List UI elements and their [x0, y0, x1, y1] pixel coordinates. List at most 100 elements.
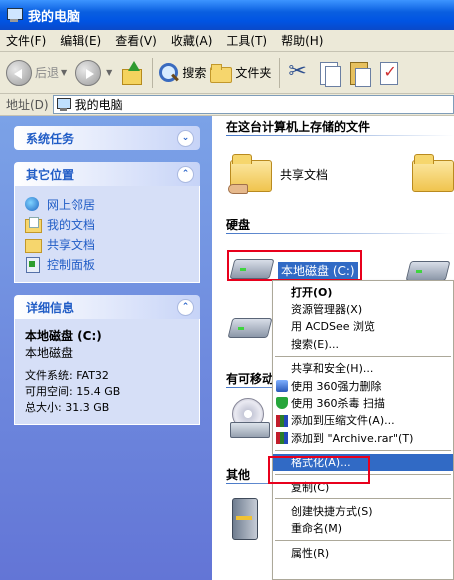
details-header[interactable]: 详细信息 ⌃: [14, 295, 200, 319]
other-places-header[interactable]: 其它位置 ⌃: [14, 162, 200, 186]
up-folder-icon: [120, 60, 144, 85]
shared-folder-icon: [25, 237, 42, 253]
paste-icon[interactable]: [346, 59, 372, 87]
details-item-name: 本地磁盘 (C:): [25, 329, 102, 343]
link-label: 共享文档: [47, 237, 96, 252]
link-label: 网上邻居: [47, 197, 96, 212]
expand-chevron-icon[interactable]: ⌄: [177, 129, 194, 147]
details-title: 详细信息: [26, 300, 75, 315]
menu-separator: [275, 498, 451, 500]
group-header-hard-disks: 硬盘: [226, 216, 454, 234]
menu-file[interactable]: 文件(F): [6, 32, 46, 49]
control-panel-icon: [25, 256, 41, 273]
menu-favorites[interactable]: 收藏(A): [171, 32, 213, 49]
menu-view[interactable]: 查看(V): [115, 32, 157, 49]
other-device-icon[interactable]: [226, 498, 260, 540]
ctx-rename[interactable]: 重命名(M): [273, 520, 453, 537]
back-button[interactable]: 后退 ▼: [6, 56, 71, 90]
window-title: 我的电脑: [28, 9, 81, 25]
folder-icon: [210, 63, 233, 83]
details-item-type: 本地磁盘: [25, 346, 74, 360]
address-label: 地址(D): [6, 98, 49, 112]
360-antivirus-icon: [276, 397, 288, 410]
ctx-360-scan[interactable]: 使用 360杀毒 扫描: [273, 394, 453, 411]
properties-check-icon[interactable]: [376, 59, 402, 87]
toolbar: 后退 ▼ ▼ 搜索 文件夹: [0, 52, 454, 94]
link-shared-documents[interactable]: 共享文档: [25, 234, 189, 254]
menu-tools[interactable]: 工具(T): [226, 32, 267, 49]
360-delete-icon: [276, 379, 288, 392]
link-control-panel[interactable]: 控制面板: [25, 254, 189, 274]
item-shared-documents[interactable]: 共享文档: [280, 166, 328, 183]
menu-help[interactable]: 帮助(H): [281, 32, 323, 49]
collapse-chevron-icon[interactable]: ⌃: [177, 165, 194, 183]
details-free-space: 可用空间: 15.4 GB: [25, 385, 121, 398]
search-label: 搜索: [182, 66, 207, 80]
annotation-highlight-box: [227, 250, 362, 281]
cut-icon[interactable]: [286, 59, 312, 87]
annotation-highlight-box: [268, 456, 370, 484]
user-folder-icon[interactable]: [412, 154, 454, 192]
ctx-label: 添加到压缩文件(A)...: [291, 414, 395, 428]
collapse-chevron-icon[interactable]: ⌃: [177, 298, 194, 316]
computer-icon: [56, 98, 71, 111]
menu-edit[interactable]: 编辑(E): [60, 32, 101, 49]
local-disk-icon[interactable]: [230, 314, 270, 338]
link-network-places[interactable]: 网上邻居: [25, 194, 189, 214]
link-my-documents[interactable]: 我的文档: [25, 214, 189, 234]
link-label: 控制面板: [47, 257, 96, 272]
ctx-properties[interactable]: 属性(R): [273, 544, 453, 561]
ctx-open[interactable]: 打开(O): [273, 283, 453, 300]
folders-label: 文件夹: [235, 66, 272, 80]
folders-button[interactable]: 文件夹: [210, 56, 271, 90]
details-body: 本地磁盘 (C:) 本地磁盘 文件系统: FAT32 可用空间: 15.4 GB…: [14, 319, 200, 425]
ctx-search[interactable]: 搜索(E)...: [273, 335, 453, 352]
forward-dropdown-icon[interactable]: ▼: [106, 68, 112, 77]
back-arrow-icon: [6, 59, 32, 86]
cd-drive-icon[interactable]: [230, 398, 270, 438]
system-tasks-panel: 系统任务 ⌄: [14, 126, 200, 150]
address-field[interactable]: 我的电脑: [52, 95, 454, 114]
local-disk-icon[interactable]: [408, 257, 448, 281]
ctx-add-to-archive[interactable]: 添加到压缩文件(A)...: [273, 412, 453, 429]
forward-button[interactable]: ▼: [75, 56, 116, 90]
ctx-sharing-security[interactable]: 共享和安全(H)...: [273, 360, 453, 377]
address-value: 我的电脑: [74, 98, 123, 112]
winrar-icon: [276, 432, 288, 445]
search-icon: [157, 62, 179, 84]
search-button[interactable]: 搜索: [157, 56, 206, 90]
ctx-acdsee-browse[interactable]: 用 ACDSee 浏览: [273, 318, 453, 335]
system-tasks-title: 系统任务: [26, 131, 75, 146]
up-folder-button[interactable]: [120, 56, 144, 90]
menu-separator: [275, 540, 451, 542]
context-menu: 打开(O) 资源管理器(X) 用 ACDSee 浏览 搜索(E)... 共享和安…: [272, 280, 454, 580]
ctx-360-delete[interactable]: 使用 360强力删除: [273, 377, 453, 394]
toolbar-separator: [279, 57, 281, 88]
winrar-icon: [276, 414, 288, 427]
my-documents-icon: [25, 216, 42, 233]
shared-hand-icon: [228, 184, 248, 194]
back-dropdown-icon[interactable]: ▼: [61, 68, 67, 77]
other-places-body: 网上邻居 我的文档 共享文档 控制面板: [14, 186, 200, 283]
other-places-title: 其它位置: [26, 167, 75, 182]
details-panel: 详细信息 ⌃ 本地磁盘 (C:) 本地磁盘 文件系统: FAT32 可用空间: …: [14, 295, 200, 425]
back-label: 后退: [35, 66, 60, 80]
title-bar: 我的电脑: [0, 0, 454, 30]
details-filesystem: 文件系统: FAT32: [25, 369, 109, 382]
ctx-label: 使用 360强力删除: [291, 379, 382, 393]
address-bar: 地址(D) 我的电脑: [0, 94, 454, 116]
task-pane: 系统任务 ⌄ 其它位置 ⌃ 网上邻居 我的文档 共享文档 控制面板 详细信息 ⌃…: [0, 116, 212, 580]
link-label: 我的文档: [47, 217, 96, 232]
forward-arrow-icon: [75, 59, 102, 86]
toolbar-separator: [152, 57, 154, 88]
ctx-add-to-archive-rar[interactable]: 添加到 "Archive.rar"(T): [273, 429, 453, 446]
system-tasks-header[interactable]: 系统任务 ⌄: [14, 126, 200, 150]
menu-separator: [275, 355, 451, 357]
menu-separator: [275, 449, 451, 451]
ctx-label: 使用 360杀毒 扫描: [291, 397, 385, 411]
computer-icon: [6, 8, 23, 22]
group-header-stored-files: 在这台计算机上存储的文件: [226, 118, 454, 136]
ctx-create-shortcut[interactable]: 创建快捷方式(S): [273, 502, 453, 519]
ctx-explore[interactable]: 资源管理器(X): [273, 300, 453, 317]
copy-icon[interactable]: [316, 59, 342, 87]
